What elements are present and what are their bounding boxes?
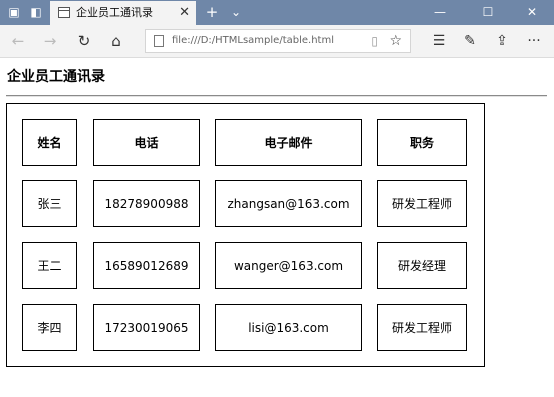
cell-title: 研发经理 — [377, 242, 467, 289]
share-icon[interactable]: ⇪ — [490, 30, 514, 52]
new-tab-icon[interactable]: + — [202, 0, 222, 25]
web-notes-icon[interactable]: ✎ — [458, 30, 482, 52]
home-icon[interactable]: ⌂ — [104, 30, 128, 52]
page-content: 企业员工通讯录 姓名 电话 电子邮件 职务 张三 18278900988 zha… — [0, 58, 554, 397]
cell-email: wanger@163.com — [215, 242, 362, 289]
back-icon[interactable]: ← — [6, 30, 30, 52]
show-tabs-aside-icon[interactable]: ◧ — [26, 0, 46, 25]
cell-phone: 17230019065 — [93, 304, 200, 351]
cell-phone: 16589012689 — [93, 242, 200, 289]
page-title: 企业员工通讯录 — [7, 69, 105, 85]
refresh-icon[interactable]: ↻ — [72, 30, 96, 52]
cell-name: 李四 — [22, 304, 77, 351]
tab-menu-icon[interactable]: ⌄ — [226, 0, 246, 25]
cell-email: zhangsan@163.com — [215, 180, 362, 227]
tab-title: 企业员工通讯录 — [76, 6, 153, 19]
tab-close-icon[interactable]: ✕ — [179, 1, 190, 25]
browser-tab-active[interactable]: 企业员工通讯录 ✕ — [50, 1, 196, 25]
cell-name: 王二 — [22, 242, 77, 289]
set-tabs-aside-icon[interactable]: ▣ — [4, 0, 24, 25]
header-email: 电子邮件 — [215, 119, 362, 166]
forward-icon[interactable]: → — [38, 30, 62, 52]
maximize-icon[interactable]: ☐ — [466, 0, 510, 25]
cell-phone: 18278900988 — [93, 180, 200, 227]
favorite-star-icon[interactable]: ☆ — [389, 30, 402, 52]
cell-email: lisi@163.com — [215, 304, 362, 351]
address-bar[interactable]: file:///D:/HTMLsample/table.html ▯ ☆ — [145, 29, 411, 53]
cell-title: 研发工程师 — [377, 180, 467, 227]
close-window-icon[interactable]: ✕ — [510, 0, 554, 25]
window-title-bar: ▣ ◧ 企业员工通讯录 ✕ + ⌄ — ☐ ✕ — [0, 0, 554, 25]
favorites-hub-icon[interactable]: ☰ — [427, 30, 451, 52]
reading-view-icon[interactable]: ▯ — [371, 30, 378, 52]
minimize-icon[interactable]: — — [418, 0, 462, 25]
browser-toolbar: ← → ↻ ⌂ file:///D:/HTMLsample/table.html… — [0, 25, 554, 58]
cell-title: 研发工程师 — [377, 304, 467, 351]
header-title: 职务 — [377, 119, 467, 166]
header-phone: 电话 — [93, 119, 200, 166]
contact-table: 姓名 电话 电子邮件 职务 张三 18278900988 zhangsan@16… — [6, 103, 485, 367]
horizontal-rule — [6, 95, 547, 97]
page-icon — [58, 7, 70, 18]
file-icon — [154, 35, 164, 47]
address-url[interactable]: file:///D:/HTMLsample/table.html — [172, 30, 334, 52]
cell-name: 张三 — [22, 180, 77, 227]
more-options-icon[interactable]: ··· — [522, 30, 546, 52]
header-name: 姓名 — [22, 119, 77, 166]
